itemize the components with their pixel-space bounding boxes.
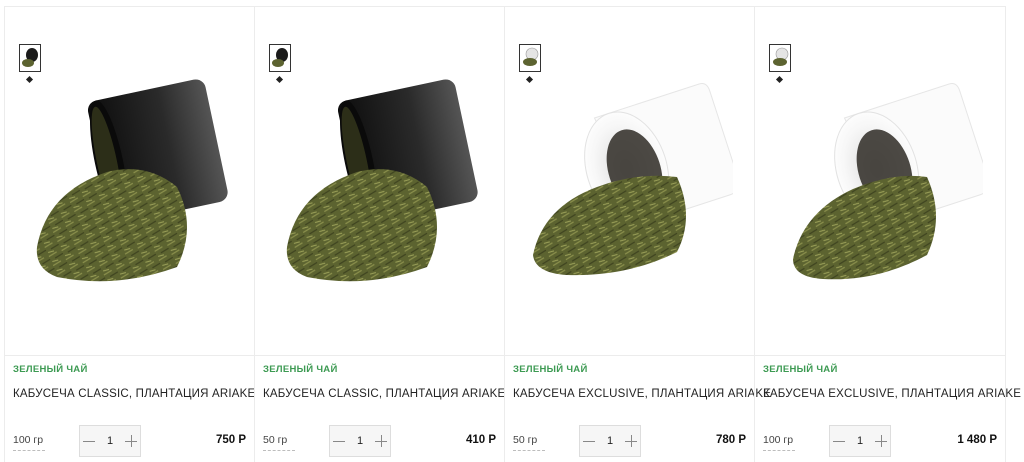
weight-dashed-underline bbox=[13, 450, 45, 451]
plus-icon bbox=[875, 435, 887, 447]
increase-button[interactable] bbox=[622, 426, 640, 456]
gallery-thumbnail[interactable] bbox=[769, 44, 791, 72]
product-media bbox=[255, 7, 504, 356]
product-category[interactable]: ЗЕЛЕНЫЙ ЧАЙ bbox=[13, 364, 88, 375]
product-card: ЗЕЛЕНЫЙ ЧАЙ КАБУСЕЧА EXCLUSIVE, ПЛАНТАЦИ… bbox=[504, 6, 771, 462]
decrease-button[interactable] bbox=[80, 426, 98, 456]
product-title[interactable]: КАБУСЕЧА CLASSIC, ПЛАНТАЦИЯ ARIAKE bbox=[13, 388, 255, 400]
minus-icon bbox=[83, 435, 95, 447]
quantity-stepper: 1 bbox=[329, 425, 391, 457]
minus-icon bbox=[583, 435, 595, 447]
product-card: ЗЕЛЕНЫЙ ЧАЙ КАБУСЕЧА CLASSIC, ПЛАНТАЦИЯ … bbox=[254, 6, 505, 462]
quantity-value[interactable]: 1 bbox=[853, 435, 867, 447]
product-title[interactable]: КАБУСЕЧА EXCLUSIVE, ПЛАНТАЦИЯ ARIAKE bbox=[513, 388, 771, 400]
product-card: ЗЕЛЕНЫЙ ЧАЙ КАБУСЕЧА EXCLUSIVE, ПЛАНТАЦИ… bbox=[754, 6, 1021, 462]
quantity-value[interactable]: 1 bbox=[353, 435, 367, 447]
increase-button[interactable] bbox=[872, 426, 890, 456]
quantity-stepper: 1 bbox=[829, 425, 891, 457]
quantity-stepper: 1 bbox=[79, 425, 141, 457]
product-card: ЗЕЛЕНЫЙ ЧАЙ КАБУСЕЧА CLASSIC, ПЛАНТАЦИЯ … bbox=[4, 6, 255, 462]
gallery-thumbnail[interactable] bbox=[519, 44, 541, 72]
product-title[interactable]: КАБУСЕЧА CLASSIC, ПЛАНТАЦИЯ ARIAKE bbox=[263, 388, 505, 400]
product-price: 1 480 Р bbox=[957, 434, 997, 446]
decrease-button[interactable] bbox=[330, 426, 348, 456]
weight-dashed-underline bbox=[513, 450, 545, 451]
weight-selector[interactable]: 100 гр bbox=[763, 434, 793, 446]
plus-icon bbox=[375, 435, 387, 447]
product-image[interactable] bbox=[277, 77, 483, 297]
quantity-value[interactable]: 1 bbox=[603, 435, 617, 447]
product-image[interactable] bbox=[27, 77, 233, 297]
product-image[interactable] bbox=[777, 77, 983, 297]
minus-icon bbox=[333, 435, 345, 447]
plus-icon bbox=[625, 435, 637, 447]
product-grid: ЗЕЛЕНЫЙ ЧАЙ КАБУСЕЧА CLASSIC, ПЛАНТАЦИЯ … bbox=[4, 6, 1021, 462]
product-image[interactable] bbox=[527, 77, 733, 297]
weight-selector[interactable]: 50 гр bbox=[263, 434, 287, 446]
product-media bbox=[505, 7, 754, 356]
product-media bbox=[5, 7, 254, 356]
weight-selector[interactable]: 50 гр bbox=[513, 434, 537, 446]
weight-dashed-underline bbox=[763, 450, 795, 451]
gallery-thumbnail[interactable] bbox=[19, 44, 41, 72]
quantity-stepper: 1 bbox=[579, 425, 641, 457]
product-category[interactable]: ЗЕЛЕНЫЙ ЧАЙ bbox=[763, 364, 838, 375]
product-price: 780 Р bbox=[715, 434, 746, 446]
gallery-thumbnail[interactable] bbox=[269, 44, 291, 72]
decrease-button[interactable] bbox=[830, 426, 848, 456]
product-category[interactable]: ЗЕЛЕНЫЙ ЧАЙ bbox=[263, 364, 338, 375]
product-category[interactable]: ЗЕЛЕНЫЙ ЧАЙ bbox=[513, 364, 588, 375]
minus-icon bbox=[833, 435, 845, 447]
quantity-value[interactable]: 1 bbox=[103, 435, 117, 447]
weight-selector[interactable]: 100 гр bbox=[13, 434, 43, 446]
product-media bbox=[755, 7, 1005, 356]
plus-icon bbox=[125, 435, 137, 447]
weight-dashed-underline bbox=[263, 450, 295, 451]
product-price: 750 Р bbox=[215, 434, 246, 446]
increase-button[interactable] bbox=[372, 426, 390, 456]
product-title[interactable]: КАБУСЕЧА EXCLUSIVE, ПЛАНТАЦИЯ ARIAKE bbox=[763, 388, 1021, 400]
increase-button[interactable] bbox=[122, 426, 140, 456]
decrease-button[interactable] bbox=[580, 426, 598, 456]
product-price: 410 Р bbox=[465, 434, 496, 446]
